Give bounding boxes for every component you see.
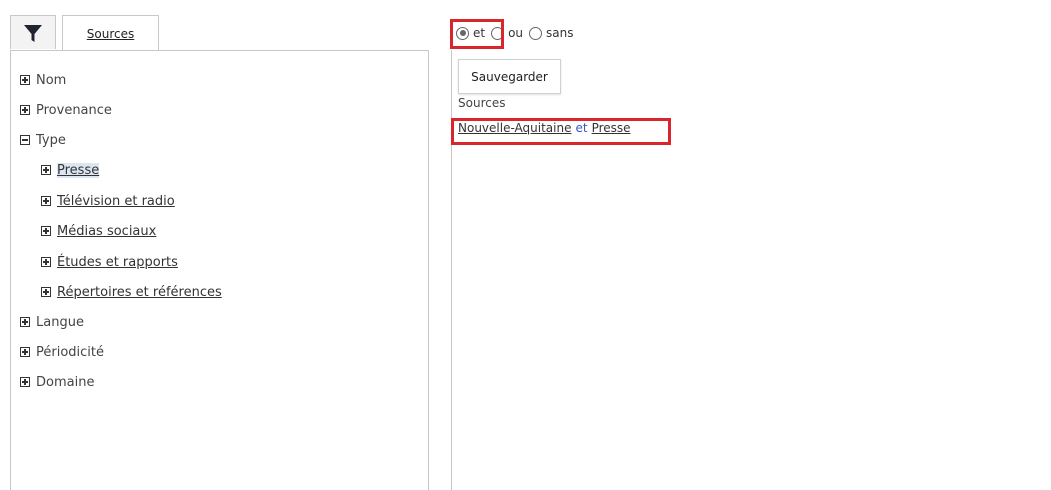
radio-sans-label: sans — [546, 26, 574, 40]
filter-icon — [24, 24, 42, 42]
expand-icon[interactable] — [41, 196, 51, 206]
tree-item-repertoires[interactable]: Répertoires et références — [41, 282, 222, 302]
tree-item-label: Nom — [36, 72, 67, 88]
tab-sources[interactable]: Sources — [62, 15, 159, 51]
expand-icon[interactable] — [20, 105, 30, 115]
expand-icon[interactable] — [20, 317, 30, 327]
radio-sans-control[interactable] — [529, 26, 543, 40]
tree-item-link[interactable]: Presse — [57, 162, 100, 178]
tree-item-television[interactable]: Télévision et radio — [41, 191, 175, 211]
tree-item-label: Langue — [36, 314, 84, 330]
tab-filter[interactable] — [10, 15, 56, 49]
tree-item-label: Périodicité — [36, 344, 105, 360]
tree-item-type[interactable]: Type — [20, 130, 66, 150]
expand-icon[interactable] — [41, 226, 51, 236]
expand-icon[interactable] — [41, 165, 51, 175]
tree-item-link[interactable]: Télévision et radio — [57, 194, 175, 209]
highlight-box-operator — [450, 19, 504, 49]
tree-item-etudes[interactable]: Études et rapports — [41, 252, 178, 272]
tree-item-medias-sociaux[interactable]: Médias sociaux — [41, 221, 156, 241]
collapse-icon[interactable] — [20, 135, 30, 145]
expand-icon[interactable] — [41, 287, 51, 297]
tree-item-link[interactable]: Études et rapports — [57, 255, 178, 270]
expand-icon[interactable] — [20, 75, 30, 85]
tree-item-presse[interactable]: Presse — [41, 160, 100, 180]
radio-ou-label: ou — [508, 26, 524, 40]
expand-icon[interactable] — [20, 377, 30, 387]
expand-icon[interactable] — [41, 257, 51, 267]
tree-item-nom[interactable]: Nom — [20, 70, 66, 90]
save-button[interactable]: Sauvegarder — [458, 59, 561, 94]
query-panel — [451, 50, 1051, 490]
radio-sans[interactable]: sans — [529, 26, 574, 40]
tree-item-langue[interactable]: Langue — [20, 312, 84, 332]
expand-icon[interactable] — [20, 347, 30, 357]
tree-item-label: Provenance — [36, 102, 112, 118]
tree-item-periodicite[interactable]: Périodicité — [20, 342, 104, 362]
tree-item-link[interactable]: Médias sociaux — [57, 224, 156, 239]
tree-item-link[interactable]: Répertoires et références — [57, 285, 222, 300]
highlight-box-expression — [451, 118, 671, 145]
tree-item-label: Domaine — [36, 374, 95, 390]
tree-item-label: Type — [36, 132, 66, 148]
sources-section-label: Sources — [458, 96, 506, 110]
tree-item-domaine[interactable]: Domaine — [20, 372, 94, 392]
tree-item-provenance[interactable]: Provenance — [20, 100, 112, 120]
